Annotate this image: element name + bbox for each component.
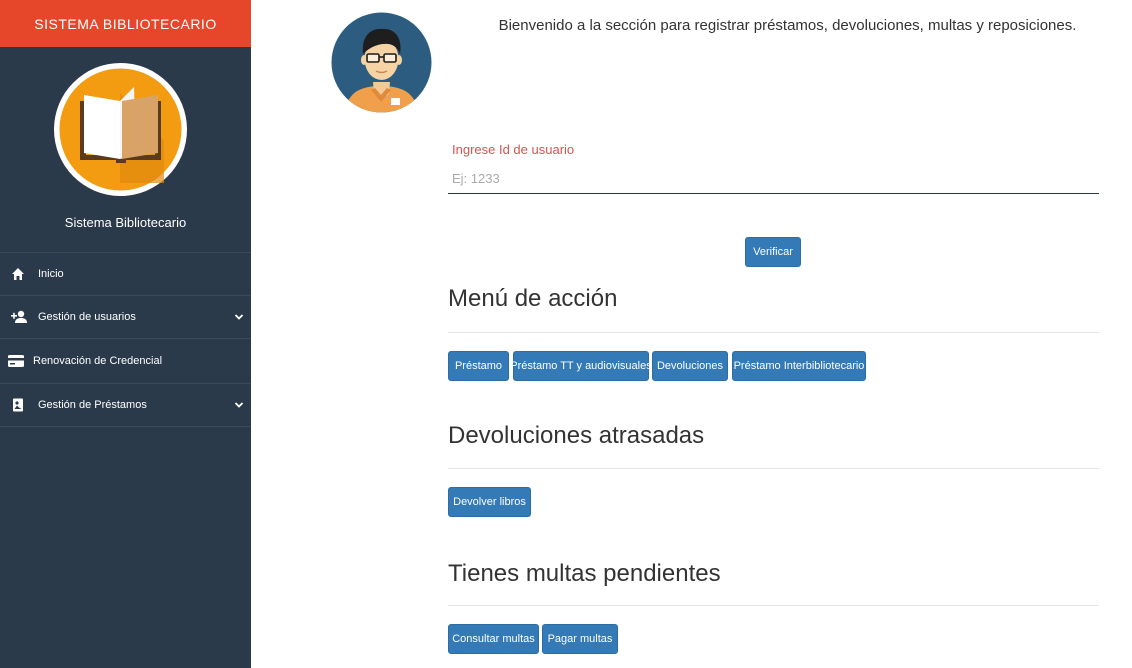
devoluciones-button[interactable]: Devoluciones [652,351,728,381]
divider [448,468,1099,469]
sidebar-item-gestion-prestamos[interactable]: Gestión de Préstamos [0,383,251,427]
sidebar-item-label: Gestión de usuarios [38,311,136,323]
sidebar-item-gestion-usuarios[interactable]: Gestión de usuarios [0,295,251,338]
divider [448,332,1099,333]
open-book-icon [54,63,187,196]
user-id-input[interactable] [448,163,1099,194]
sidebar-item-label: Gestión de Préstamos [38,399,147,411]
welcome-message: Bienvenido a la sección para registrar p… [498,17,1077,34]
return-books-button[interactable]: Devolver libros [448,487,531,517]
chevron-down-icon[interactable] [234,312,244,322]
home-icon [10,266,26,282]
user-id-label: Ingrese Id de usuario [452,142,575,157]
verify-button[interactable]: Verificar [745,237,801,267]
prestamo-button[interactable]: Préstamo [448,351,509,381]
sidebar: SISTEMA BIBLIOTECARIO Sistema Biblioteca… [0,0,251,668]
profile-name: Sistema Bibliotecario [64,215,187,230]
book-icon [10,397,26,413]
brand-title[interactable]: SISTEMA BIBLIOTECARIO [0,0,251,47]
divider [448,605,1099,606]
prestamo-interbibliotecario-button[interactable]: Préstamo Interbibliotecario [732,351,866,381]
add-user-icon [10,309,27,325]
fines-title: Tienes multas pendientes [448,560,721,587]
sidebar-item-label: Renovación de Credencial [33,355,163,367]
pay-fines-button[interactable]: Pagar multas [542,624,618,654]
sidebar-item-inicio[interactable]: Inicio [0,252,251,295]
sidebar-menu: Inicio Gestión de usuarios Renovación de… [0,252,251,427]
credit-card-icon [7,353,25,369]
chevron-down-icon[interactable] [234,400,244,410]
sidebar-item-renovacion-credencial[interactable]: Renovación de Credencial [0,338,251,383]
librarian-avatar-icon [331,12,432,113]
consult-fines-button[interactable]: Consultar multas [448,624,539,654]
action-menu-title: Menú de acción [448,285,618,312]
sidebar-item-label: Inicio [38,268,64,280]
prestamo-tt-audiovisuales-button[interactable]: Préstamo TT y audiovisuales [510,351,652,381]
overdue-title: Devoluciones atrasadas [448,422,705,449]
